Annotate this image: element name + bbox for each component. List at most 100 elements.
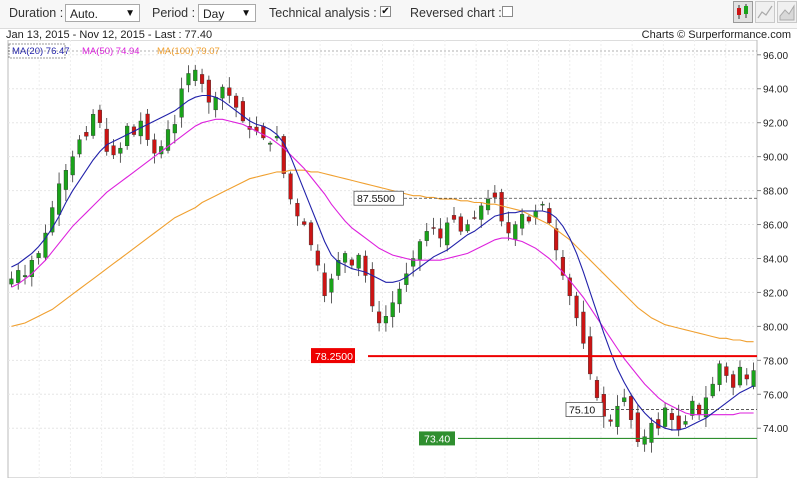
- candle-up: [690, 400, 695, 416]
- candle-down: [377, 311, 382, 324]
- candle-down: [104, 128, 109, 152]
- candle-down: [431, 227, 436, 229]
- candle-up: [213, 97, 218, 111]
- candle-up: [16, 270, 21, 283]
- candle-down: [492, 192, 497, 198]
- candle-down: [635, 412, 640, 443]
- candle-up: [179, 88, 184, 118]
- candle-down: [676, 415, 681, 431]
- y-tick-label: 76.00: [763, 390, 788, 401]
- candle-up: [465, 224, 470, 232]
- candle-down: [84, 132, 89, 137]
- candle-up: [513, 224, 518, 240]
- candle-up: [520, 214, 525, 229]
- candle-down: [261, 125, 266, 139]
- candle-down: [574, 295, 579, 319]
- candle-up: [193, 69, 198, 81]
- candle-down: [731, 374, 736, 388]
- candle-down: [472, 217, 477, 219]
- candle-down: [199, 74, 205, 84]
- legend-ma20: MA(20) 76.47: [12, 46, 70, 57]
- candle-up: [186, 73, 191, 86]
- candle-down: [438, 228, 443, 239]
- candle-down: [526, 216, 531, 222]
- candle-down: [547, 208, 552, 224]
- candle-down: [227, 87, 232, 96]
- candle-down: [206, 79, 211, 103]
- candle-up: [540, 203, 545, 206]
- candle-down: [458, 216, 463, 232]
- stock-chart: 96.00 94.00 92.00 90.00 88.00 86.00 84.00 82.00…: [7, 40, 788, 478]
- candle-up: [622, 397, 627, 402]
- candle-down: [554, 228, 559, 251]
- area-chart-icon[interactable]: [777, 1, 797, 23]
- candle-up: [717, 363, 722, 385]
- candle-up: [445, 222, 450, 246]
- candle-down: [594, 380, 600, 398]
- candle-down: [308, 222, 314, 246]
- price-level-label: 75.10: [569, 405, 595, 417]
- candle-down: [628, 396, 634, 420]
- candle-up: [220, 86, 225, 99]
- period-select[interactable]: Day ▼: [198, 4, 256, 22]
- support-label: 73.40: [424, 433, 450, 445]
- candle-up: [356, 254, 361, 269]
- y-tick-label: 90.00: [763, 153, 788, 164]
- y-tick-label: 80.00: [763, 322, 788, 333]
- candle-down: [302, 221, 307, 225]
- candle-up: [397, 288, 402, 305]
- candle-up: [479, 205, 484, 220]
- y-tick-label: 82.00: [763, 288, 788, 299]
- y-tick-label: 78.00: [763, 356, 788, 367]
- period-value: Day: [203, 7, 225, 21]
- checkmark-icon: ✔: [381, 6, 390, 17]
- reversed-chart-checkbox[interactable]: [502, 6, 513, 17]
- candle-down: [315, 250, 320, 266]
- candle-down: [234, 95, 239, 108]
- resistance-label: 78.2500: [315, 351, 353, 363]
- candle-up: [424, 231, 429, 241]
- y-tick-label: 86.00: [763, 221, 788, 232]
- candle-up: [70, 156, 75, 176]
- price-level-label: 87.5500: [357, 193, 395, 205]
- line-chart-icon[interactable]: [755, 1, 775, 23]
- candle-up: [91, 114, 96, 136]
- candle-down: [608, 419, 613, 422]
- candle-down: [669, 413, 674, 420]
- legend-ma100: MA(100) 79.07: [157, 46, 220, 57]
- duration-value: Auto.: [70, 7, 99, 21]
- candle-up: [703, 397, 709, 418]
- chevron-down-icon: ▼: [241, 8, 251, 19]
- duration-label: Duration :: [9, 6, 64, 20]
- candle-up: [737, 366, 743, 386]
- technical-analysis-checkbox[interactable]: ✔: [380, 6, 391, 17]
- candle-down: [581, 311, 586, 344]
- duration-select[interactable]: Auto. ▼: [65, 4, 140, 22]
- candle-down: [111, 145, 116, 156]
- candle-up: [63, 170, 68, 190]
- y-tick-label: 74.00: [763, 424, 788, 435]
- candle-down: [506, 222, 511, 234]
- candle-up: [22, 275, 28, 278]
- candle-up: [390, 302, 395, 318]
- candle-down: [451, 215, 457, 220]
- candlestick-icon[interactable]: [733, 1, 753, 23]
- y-tick-label: 88.00: [763, 187, 788, 198]
- candle-up: [268, 142, 273, 145]
- candle-up: [36, 253, 41, 258]
- candle-up: [663, 407, 668, 427]
- candle-down: [744, 374, 749, 380]
- candle-down: [724, 366, 729, 376]
- technical-analysis-label: Technical analysis :: [269, 6, 377, 20]
- y-tick-label: 94.00: [763, 85, 788, 96]
- candle-up: [710, 383, 715, 397]
- reversed-chart-label: Reversed chart :: [410, 6, 502, 20]
- candle-up: [125, 125, 130, 147]
- y-tick-label: 92.00: [763, 119, 788, 130]
- candle-up: [649, 422, 654, 443]
- candle-down: [97, 109, 102, 123]
- chart-toolbar: Duration : Auto. ▼ Period : Day ▼ Techni…: [0, 0, 797, 29]
- candle-up: [683, 421, 688, 425]
- candle-down: [322, 272, 327, 297]
- candle-down: [295, 202, 300, 217]
